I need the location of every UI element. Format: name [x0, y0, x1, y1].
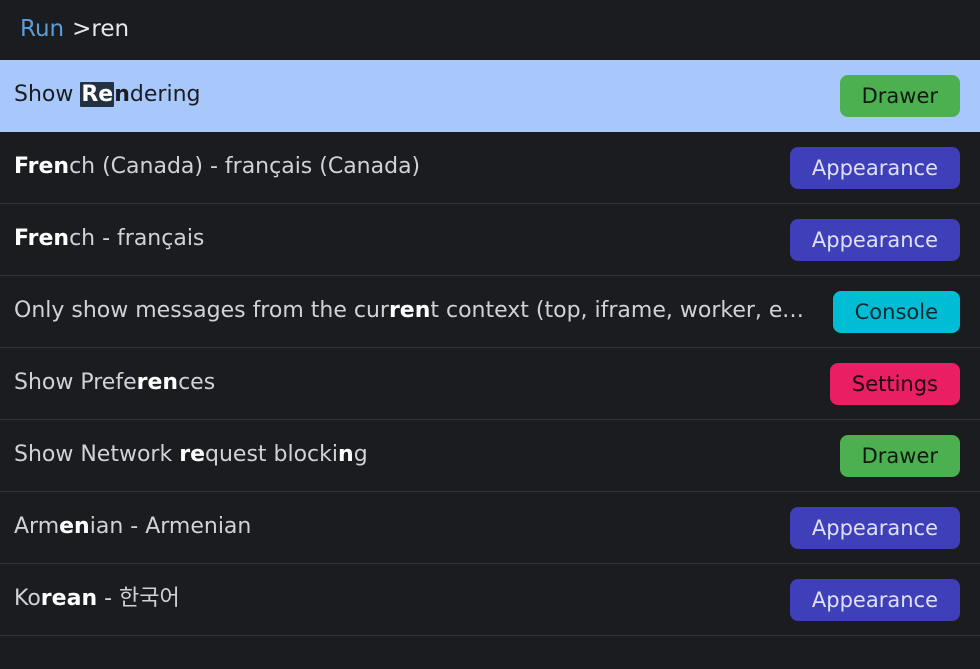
result-item[interactable]: French (Canada) - français (Canada) Appea… — [0, 132, 980, 204]
result-item[interactable]: Show Preferences Settings — [0, 348, 980, 420]
category-badge: Appearance — [790, 579, 960, 621]
command-header: Run > ren — [0, 0, 980, 60]
result-label: French - français — [14, 225, 220, 254]
result-item[interactable]: Only show messages from the current cont… — [0, 276, 980, 348]
result-label: Armenian - Armenian — [14, 513, 267, 542]
search-query[interactable]: ren — [91, 16, 129, 42]
result-label: French (Canada) - français (Canada) — [14, 153, 436, 182]
prompt-symbol: > — [72, 16, 91, 42]
result-label: Only show messages from the current cont… — [14, 297, 833, 326]
category-badge: Settings — [830, 363, 960, 405]
result-label: Korean - 한국어 — [14, 585, 196, 614]
category-badge: Drawer — [840, 75, 960, 117]
results-list: Show Rendering Drawer French (Canada) - fr… — [0, 60, 980, 636]
category-badge: Appearance — [790, 507, 960, 549]
result-item[interactable]: French - français Appearance — [0, 204, 980, 276]
category-badge: Appearance — [790, 219, 960, 261]
result-item[interactable]: Show Network request blocking Drawer — [0, 420, 980, 492]
category-badge: Drawer — [840, 435, 960, 477]
result-label: Show Rendering — [14, 81, 216, 110]
result-label: Show Network request blocking — [14, 441, 384, 470]
category-badge: Console — [833, 291, 960, 333]
result-item[interactable]: Armenian - Armenian Appearance — [0, 492, 980, 564]
result-item[interactable]: Korean - 한국어 Appearance — [0, 564, 980, 636]
result-label: Show Preferences — [14, 369, 231, 398]
category-badge: Appearance — [790, 147, 960, 189]
result-item[interactable]: Show Rendering Drawer — [0, 60, 980, 132]
run-label: Run — [20, 16, 64, 42]
